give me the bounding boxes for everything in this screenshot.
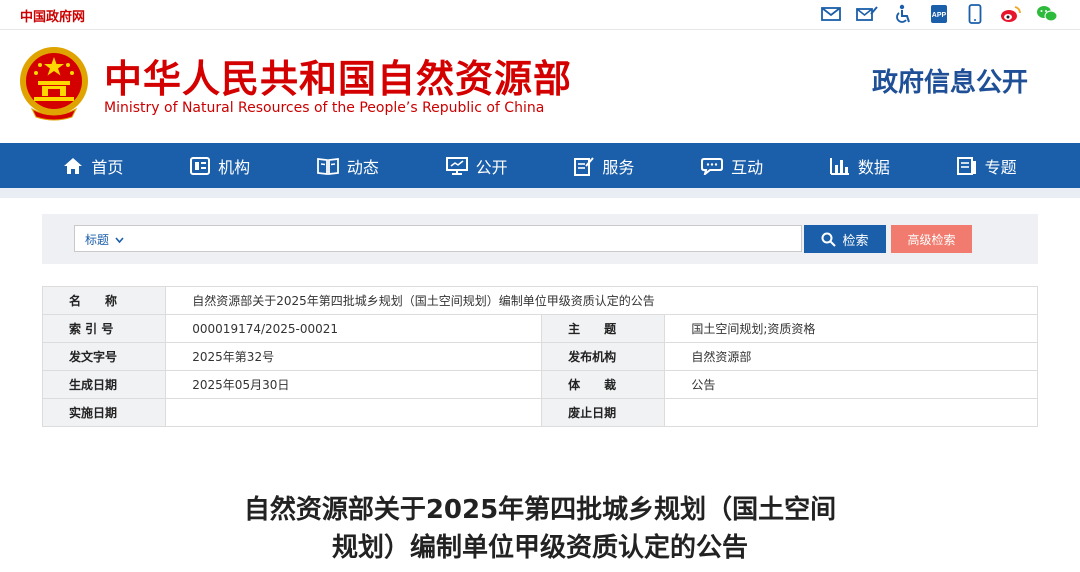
meta-key: 索 引 号 [41, 314, 167, 343]
nav-item-data[interactable]: 数据 [829, 154, 890, 178]
meta-key: 实施日期 [41, 398, 167, 427]
advanced-search-button[interactable]: 高级检索 [891, 225, 972, 253]
search-button-label: 检索 [842, 232, 869, 248]
nav-item-disclosure[interactable]: 公开 [445, 154, 508, 178]
nav-item-label: 服务 [602, 157, 635, 177]
nav-item-label: 动态 [346, 157, 379, 177]
nav-item-topics[interactable]: 专题 [956, 154, 1017, 178]
meta-value: 国土空间规划;资质资格 [664, 314, 1038, 343]
search-button[interactable]: 检索 [804, 225, 886, 253]
meta-value: 自然资源部 [664, 342, 1038, 371]
nav-item-label: 机构 [218, 157, 251, 177]
bar-chart-icon [829, 157, 849, 175]
wechat-icon[interactable] [1036, 4, 1058, 24]
table-row: 索 引 号 000019174/2025-00021 主 题 国土空间规划;资质… [41, 314, 1038, 343]
gov-info-disclosure-title: 政府信息公开 [871, 68, 1028, 98]
accessibility-icon[interactable] [892, 4, 914, 24]
national-emblem-logo[interactable] [18, 43, 90, 123]
weibo-icon[interactable] [1000, 4, 1022, 24]
meta-key: 废止日期 [541, 398, 666, 427]
ministry-name-en: Ministry of Natural Resources of the Peo… [104, 100, 545, 116]
search-field-select-value: 标题 [85, 233, 110, 247]
site-header: 中华人民共和国自然资源部 Ministry of Natural Resourc… [0, 30, 1080, 143]
nav-item-label: 公开 [475, 157, 508, 177]
document-title-line: 自然资源部关于2025年第四批城乡规划（国土空间 [243, 495, 837, 525]
meta-key: 发文字号 [41, 342, 167, 371]
gov-portal-link[interactable]: 中国政府网 [20, 6, 85, 25]
nav-item-label: 数据 [857, 157, 890, 177]
meta-key: 发布机构 [541, 342, 666, 371]
table-row: 发文字号 2025年第32号 发布机构 自然资源部 [41, 342, 1038, 371]
app-icon[interactable]: APP [928, 4, 950, 24]
mail-edit-icon[interactable] [856, 4, 878, 24]
nav-item-org[interactable]: 机构 [190, 154, 250, 178]
ministry-name-cn: 中华人民共和国自然资源部 [104, 57, 573, 101]
main-content: 标题 检索 高级检索 名 称 自然资源部关于2025年第四批城乡规划（国土空间规… [0, 188, 1080, 567]
document-title: 自然资源部关于2025年第四批城乡规划（国土空间 规划）编制单位甲级资质认定的公… [0, 491, 1080, 567]
nav-item-service[interactable]: 服务 [574, 154, 634, 178]
meta-value [664, 398, 1038, 427]
meta-value: 自然资源部关于2025年第四批城乡规划（国土空间规划）编制单位甲级资质认定的公告 [165, 286, 1038, 315]
top-bar: 中国政府网 APP [0, 0, 1080, 30]
org-icon [190, 156, 211, 175]
nav-item-interaction[interactable]: 互动 [701, 154, 763, 178]
chat-icon [701, 157, 724, 175]
nav-item-label: 互动 [731, 157, 764, 177]
meta-key: 名 称 [41, 286, 167, 315]
chevron-down-icon [115, 237, 124, 244]
table-row: 生成日期 2025年05月30日 体 裁 公告 [41, 370, 1038, 399]
main-nav: 首页 机构 动态 公开 服务 互动 数据 专题 [0, 143, 1080, 188]
search-input[interactable]: 标题 [74, 225, 802, 252]
home-icon [64, 157, 83, 174]
table-row: 实施日期 废止日期 [41, 398, 1038, 427]
nav-item-home[interactable]: 首页 [63, 154, 123, 178]
nav-item-label: 专题 [984, 157, 1017, 177]
book-icon [316, 157, 339, 175]
topic-icon [956, 156, 976, 175]
meta-value: 2025年05月30日 [165, 370, 543, 399]
top-icons: APP [820, 4, 1058, 24]
meta-key: 生成日期 [41, 370, 167, 399]
edit-icon [574, 156, 595, 176]
search-icon [821, 232, 837, 247]
mobile-icon[interactable] [964, 4, 986, 24]
meta-value [165, 398, 543, 427]
monitor-icon [445, 156, 468, 175]
meta-value: 公告 [664, 370, 1038, 399]
nav-item-label: 首页 [91, 157, 124, 177]
app-icon-label: APP [932, 12, 947, 19]
nav-item-news[interactable]: 动态 [316, 154, 379, 178]
mail-icon[interactable] [820, 4, 842, 24]
search-field-select[interactable]: 标题 [85, 231, 124, 248]
meta-value: 2025年第32号 [165, 342, 543, 371]
document-metadata-table: 名 称 自然资源部关于2025年第四批城乡规划（国土空间规划）编制单位甲级资质认… [41, 286, 1038, 427]
table-row: 名 称 自然资源部关于2025年第四批城乡规划（国土空间规划）编制单位甲级资质认… [41, 286, 1038, 315]
meta-key: 体 裁 [541, 370, 666, 399]
search-panel: 标题 检索 高级检索 [42, 214, 1038, 264]
meta-key: 主 题 [541, 314, 666, 343]
meta-value: 000019174/2025-00021 [165, 314, 543, 343]
document-title-line: 规划）编制单位甲级资质认定的公告 [331, 533, 748, 563]
